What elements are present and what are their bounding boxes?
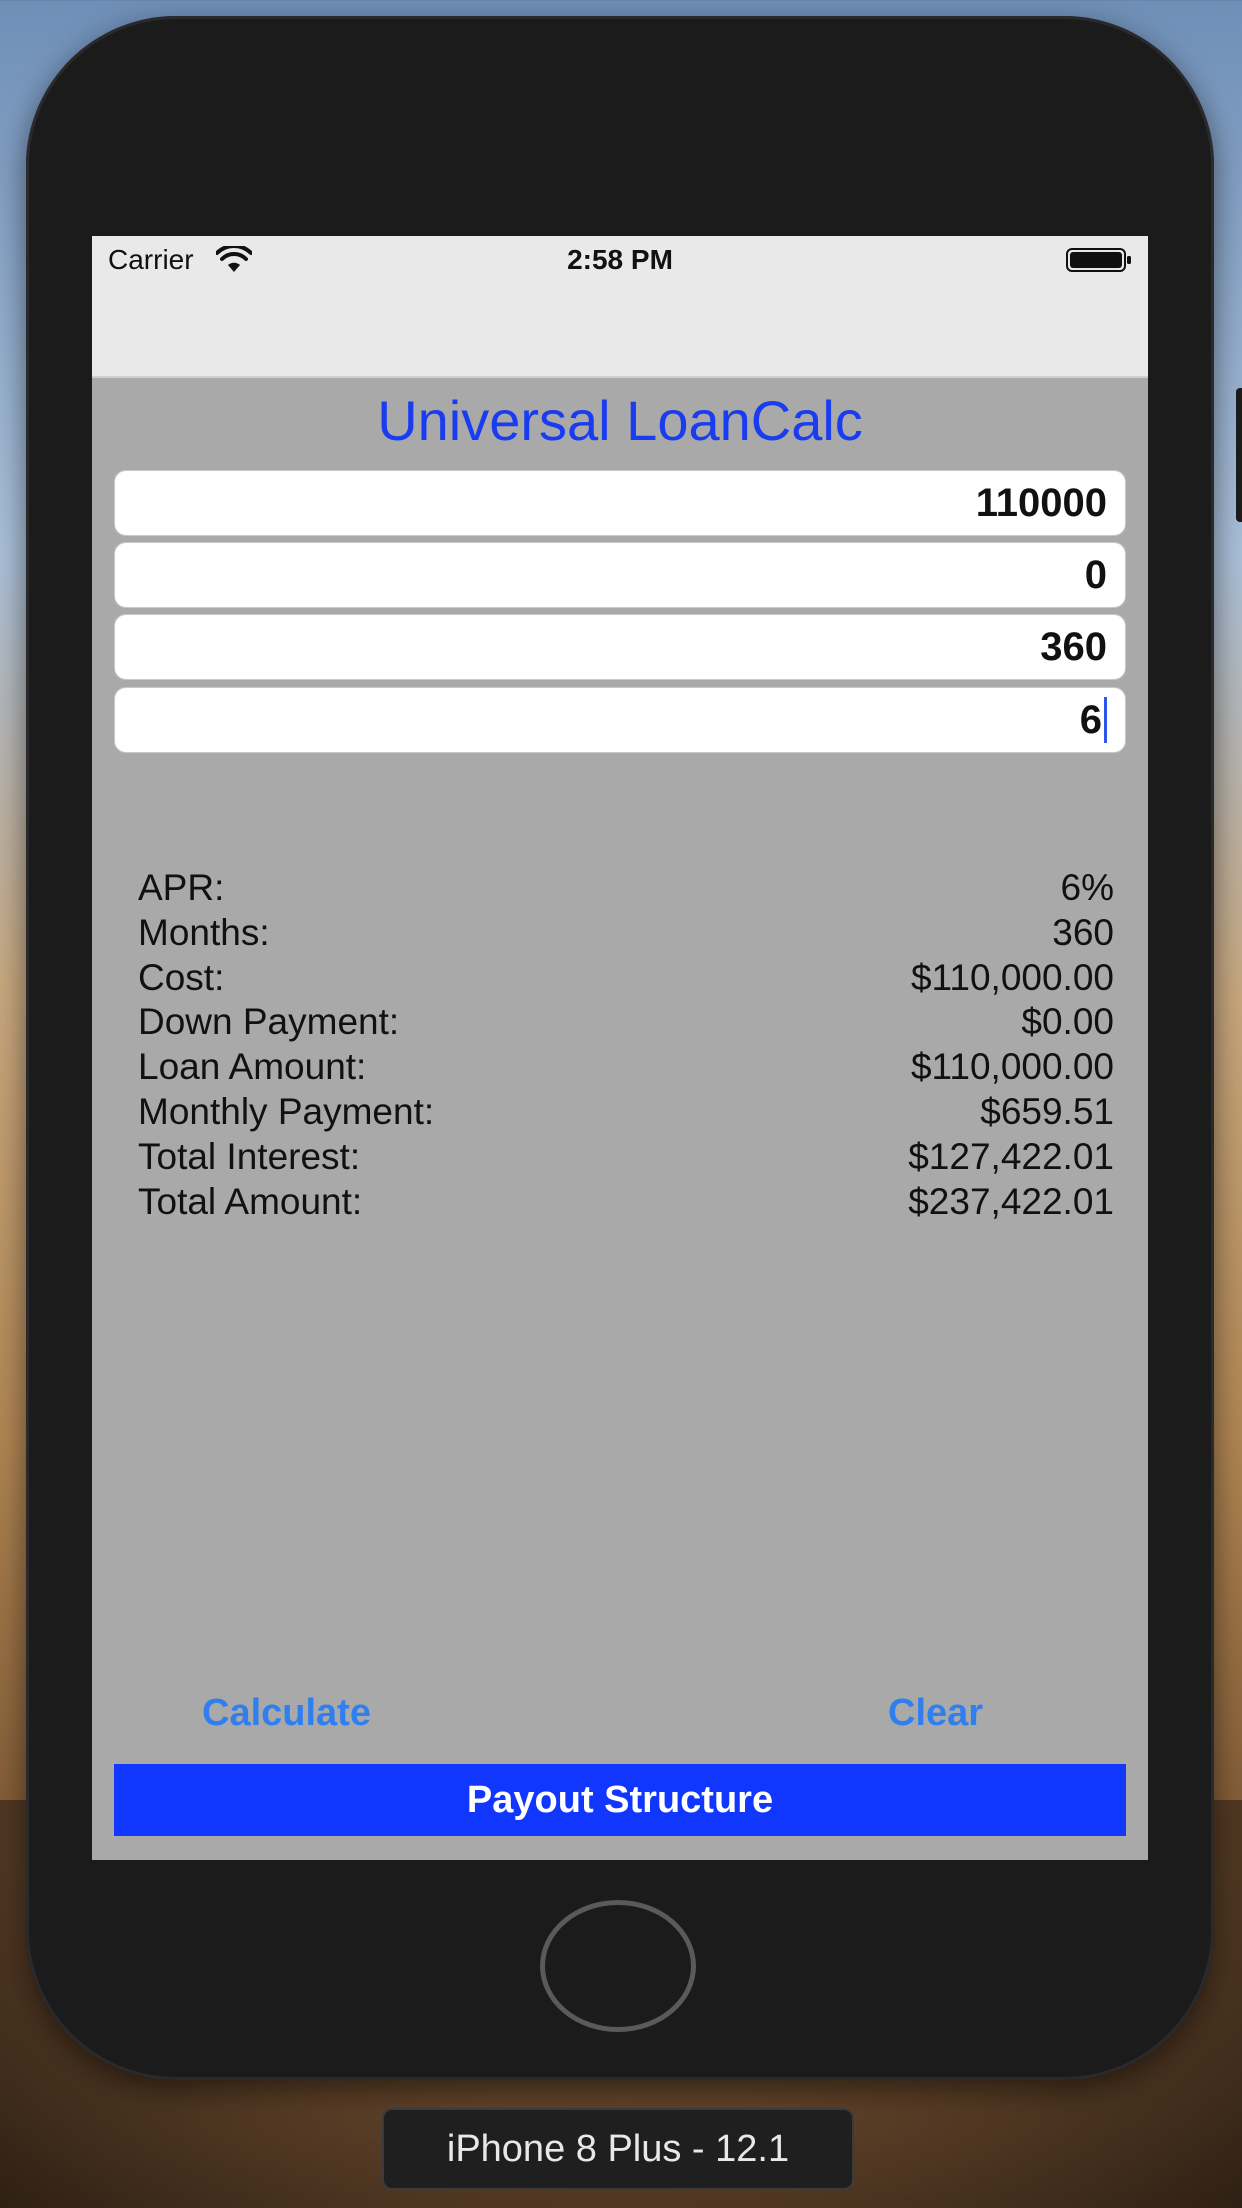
text-cursor bbox=[1104, 697, 1107, 743]
result-label: Down Payment: bbox=[138, 1001, 400, 1043]
cost-value: 110000 bbox=[975, 480, 1107, 525]
status-time: 2:58 PM bbox=[567, 244, 673, 275]
result-value: $0.00 bbox=[1021, 1001, 1114, 1043]
volume-up-button bbox=[38, 388, 56, 522]
result-row-total-interest: Total Interest: $127,422.01 bbox=[138, 1135, 1114, 1180]
result-row-monthly-payment: Monthly Payment: $659.51 bbox=[138, 1090, 1114, 1135]
result-row-apr: APR: 6% bbox=[138, 866, 1114, 911]
down-payment-field[interactable]: 0 bbox=[114, 542, 1126, 608]
result-label: Monthly Payment: bbox=[138, 1090, 435, 1132]
result-value: $127,422.01 bbox=[908, 1135, 1114, 1177]
volume-down-button bbox=[38, 540, 56, 674]
payout-structure-button[interactable]: Payout Structure bbox=[114, 1764, 1126, 1836]
result-value: $237,422.01 bbox=[908, 1180, 1114, 1222]
result-row-months: Months: 360 bbox=[138, 911, 1114, 956]
result-label: Total Amount: bbox=[138, 1180, 363, 1222]
result-label: Months: bbox=[138, 911, 270, 953]
result-label: APR: bbox=[138, 867, 225, 908]
months-field[interactable]: 360 bbox=[114, 614, 1126, 680]
mute-switch bbox=[38, 250, 56, 326]
apr-field[interactable]: 6 bbox=[114, 687, 1126, 753]
result-value: $659.51 bbox=[980, 1090, 1114, 1132]
battery-icon bbox=[1066, 248, 1131, 272]
result-label: Total Interest: bbox=[138, 1135, 361, 1177]
cost-field[interactable]: 110000 bbox=[114, 470, 1126, 536]
app-title: Universal LoanCalc bbox=[377, 389, 863, 452]
result-label: Loan Amount: bbox=[138, 1046, 367, 1088]
result-label: Cost: bbox=[138, 956, 225, 998]
months-value: 360 bbox=[1040, 624, 1107, 669]
result-value: 6% bbox=[1060, 867, 1114, 908]
result-row-cost: Cost: $110,000.00 bbox=[138, 956, 1114, 1001]
result-row-total-amount: Total Amount: $237,422.01 bbox=[138, 1180, 1114, 1225]
home-button[interactable] bbox=[540, 1900, 696, 2032]
result-row-down-payment: Down Payment: $0.00 bbox=[138, 1000, 1114, 1045]
power-button bbox=[1236, 388, 1242, 522]
apr-value: 6 bbox=[1079, 697, 1102, 742]
result-row-loan-amount: Loan Amount: $110,000.00 bbox=[138, 1045, 1114, 1090]
clear-button[interactable]: Clear bbox=[888, 1692, 983, 1735]
result-value: 360 bbox=[1052, 911, 1114, 953]
result-value: $110,000.00 bbox=[910, 956, 1114, 998]
simulator-device-label: iPhone 8 Plus - 12.1 bbox=[382, 2108, 854, 2190]
status-bar: Carrier 2:58 PM bbox=[92, 236, 1148, 378]
app-screen: Carrier 2:58 PM Universal LoanCalc 11000… bbox=[92, 236, 1148, 1860]
result-value: $110,000.00 bbox=[910, 1046, 1114, 1088]
down-payment-value: 0 bbox=[1084, 552, 1107, 597]
results-list: APR: 6% Months: 360 Cost: $110,000.00 Down … bbox=[138, 866, 1114, 1224]
calculate-button[interactable]: Calculate bbox=[202, 1692, 371, 1735]
